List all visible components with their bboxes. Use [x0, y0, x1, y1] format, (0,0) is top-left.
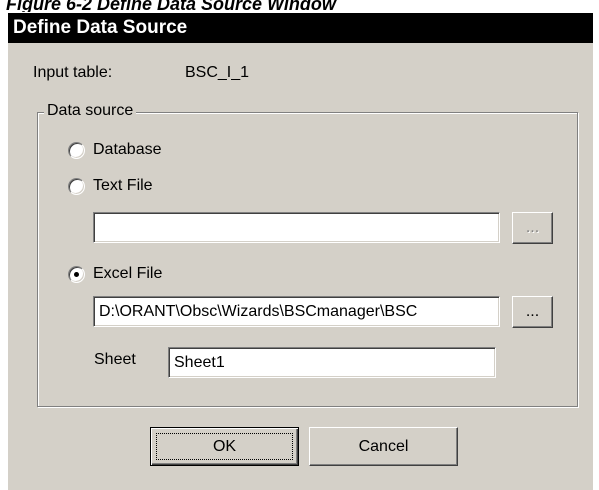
excel-file-path-field[interactable]: D:\ORANT\Obsc\Wizards\BSCmanager\BSC [93, 296, 500, 327]
radio-text-file-label: Text File [93, 177, 153, 194]
input-table-label: Input table: [33, 64, 113, 81]
cancel-button[interactable]: Cancel [309, 427, 458, 466]
radio-database-label: Database [93, 141, 162, 158]
define-data-source-dialog: Define Data Source Input table: BSC_I_1 … [7, 12, 593, 490]
input-table-value: BSC_I_1 [185, 64, 250, 81]
radio-excel-file[interactable]: Excel File [68, 264, 162, 284]
ok-button[interactable]: OK [150, 427, 299, 466]
radio-excel-file-button[interactable] [68, 265, 85, 283]
sheet-field[interactable]: Sheet1 [168, 347, 496, 378]
radio-database-button[interactable] [68, 141, 85, 159]
radio-database[interactable]: Database [68, 140, 162, 160]
text-file-browse-button[interactable]: ... [512, 212, 553, 244]
excel-file-browse-button[interactable]: ... [512, 296, 553, 328]
data-source-group-label: Data source [44, 101, 137, 121]
radio-text-file[interactable]: Text File [68, 176, 153, 196]
radio-text-file-button[interactable] [68, 177, 85, 195]
text-file-path-field[interactable] [93, 212, 500, 243]
radio-excel-file-label: Excel File [93, 265, 163, 282]
ok-button-label: OK [212, 437, 237, 455]
window-title: Define Data Source [8, 13, 593, 43]
sheet-label: Sheet [94, 351, 136, 368]
